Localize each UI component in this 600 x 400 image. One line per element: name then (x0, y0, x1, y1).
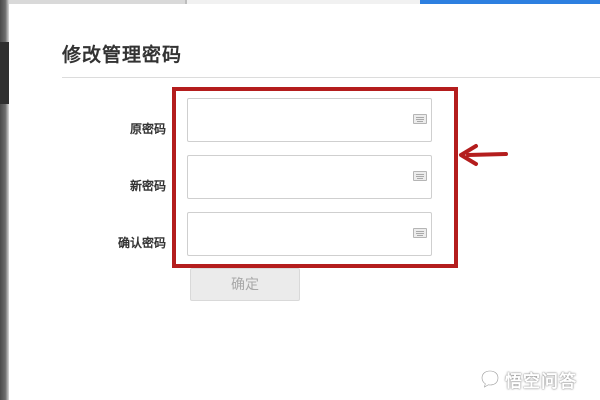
top-strip-divider (185, 0, 187, 4)
arrow-left-icon (459, 144, 508, 166)
active-tab-indicator (420, 0, 600, 4)
title-divider (62, 77, 600, 78)
dialog-title: 修改管理密码 (62, 44, 183, 66)
watermark-text: 悟空问答 (505, 371, 577, 392)
confirm-password-label: 确认密码 (117, 236, 166, 250)
new-password-label: 新密码 (129, 179, 166, 193)
left-window-edge (0, 0, 9, 400)
confirm-button[interactable]: 确定 (190, 268, 300, 301)
left-edge-dark-segment (0, 42, 9, 104)
chat-bubble-icon (481, 370, 499, 389)
top-tab-strip (9, 0, 600, 4)
highlight-annotation-box (172, 87, 458, 268)
old-password-label: 原密码 (129, 122, 166, 136)
top-strip-segment (9, 0, 185, 4)
watermark: 悟空问答 (480, 368, 577, 392)
